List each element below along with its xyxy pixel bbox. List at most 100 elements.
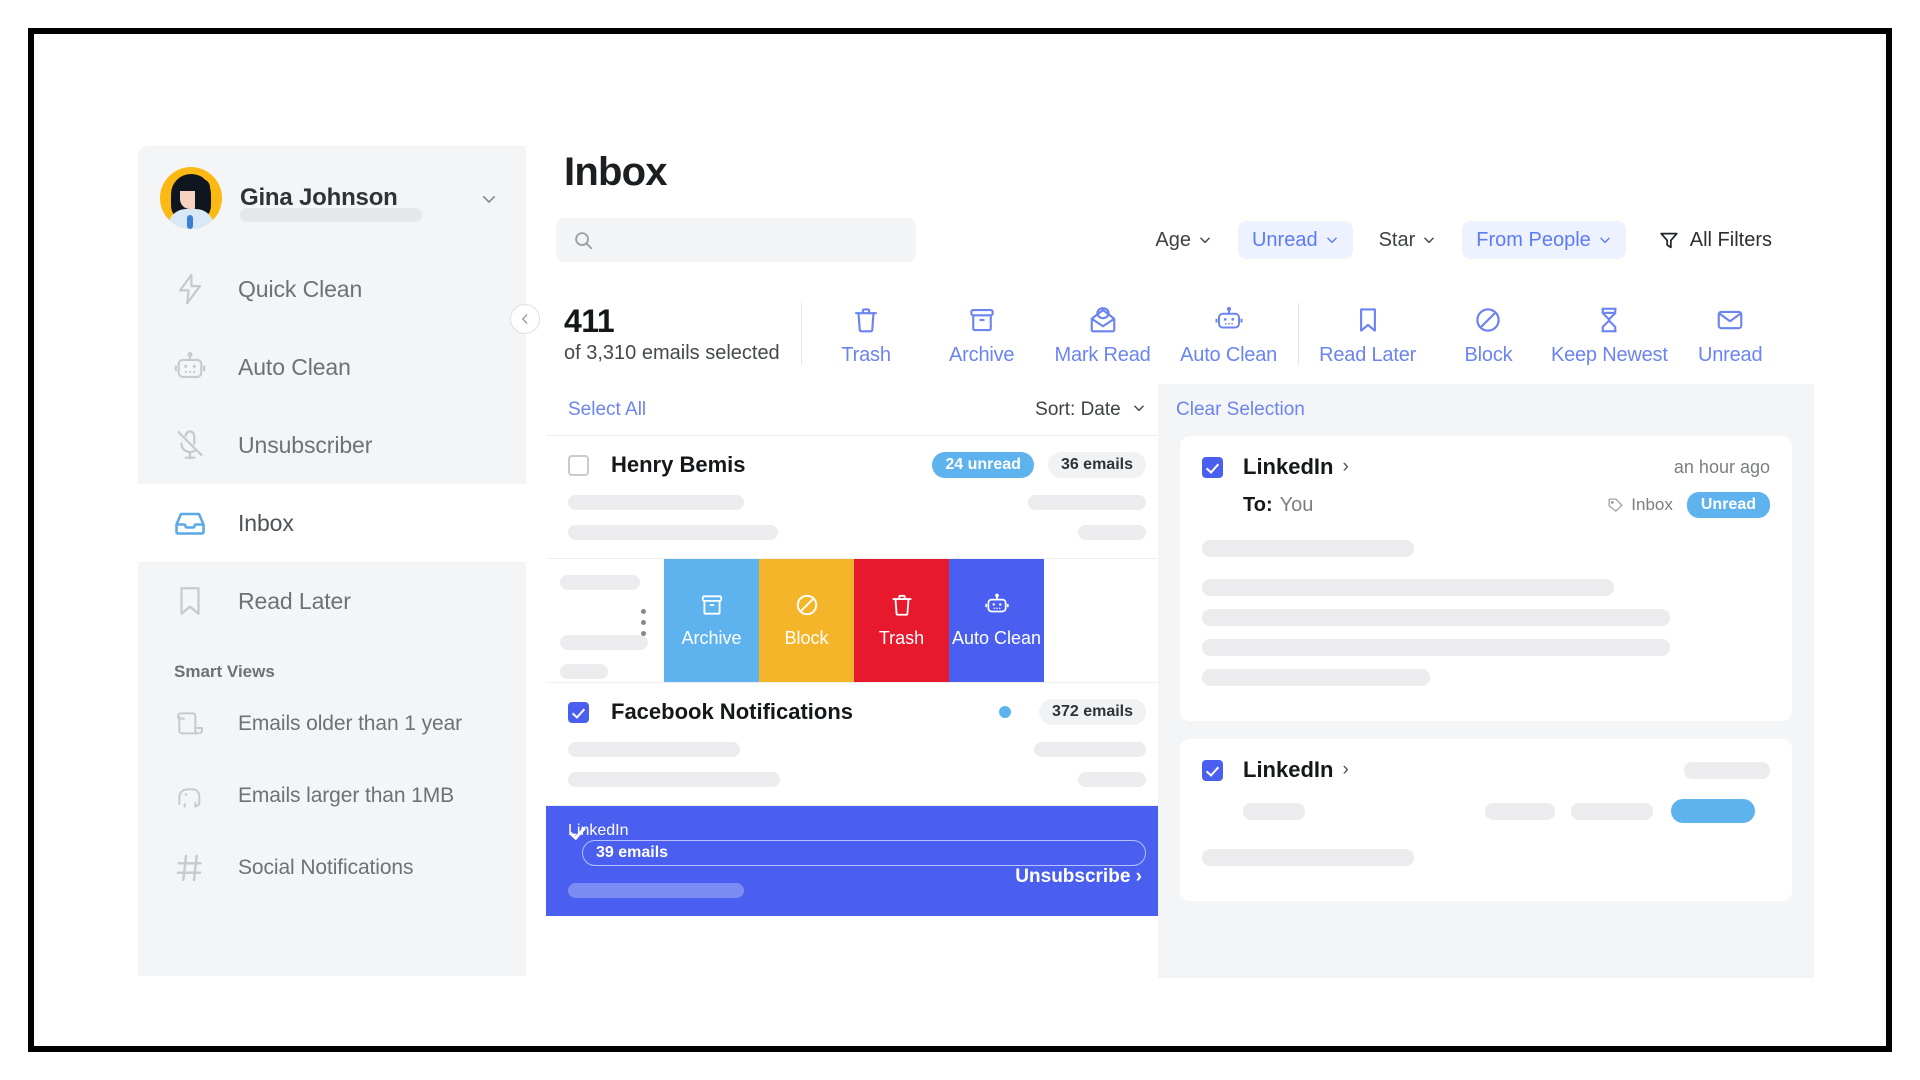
card-checkbox[interactable] [1202,759,1223,781]
swipe-action-label: Archive [681,628,742,648]
filter-bar: Age Unread Star From People All Filters [556,216,1786,264]
sidebar-item-auto-clean[interactable]: Auto Clean [138,328,526,406]
list-item-selected[interactable]: LinkedIn 39 emails Unsubscribe › [546,806,1158,916]
action-mark-read[interactable]: Mark Read [1040,301,1166,367]
swipe-action-row: Archive Block Trash Auto Clean [546,559,1158,683]
smart-views-heading: Smart Views [174,662,275,681]
detail-card[interactable]: LinkedIn › [1180,739,1792,901]
swipe-action-archive[interactable]: Archive [664,559,759,682]
sidebar-item-social-notifications[interactable]: Social Notifications [138,832,526,904]
swipe-row-content [546,559,664,682]
trash-icon [891,594,912,616]
filter-chip-star[interactable]: Star [1365,221,1451,259]
card-body-skeleton [1202,540,1770,686]
tag-icon [1608,497,1623,512]
skeleton-line [568,495,744,510]
list-item[interactable]: Henry Bemis 24 unread 36 emails [546,436,1158,559]
unread-dot [999,706,1012,718]
action-read-later[interactable]: Read Later [1305,301,1431,367]
more-vertical-icon[interactable] [641,609,646,642]
skeleton-line [1202,669,1430,686]
detail-card[interactable]: LinkedIn › an hour ago To: You Inbox Unr… [1180,436,1792,721]
search-box[interactable] [556,218,916,262]
card-folder-tag: Inbox Unread [1607,492,1770,518]
bookmark-icon [1353,301,1383,335]
action-trash[interactable]: Trash [808,301,924,367]
select-all-button[interactable]: Select All [568,399,646,421]
panes: Select All Sort: Date Henry Bemis 24 unr… [526,384,1814,978]
skeleton-line [568,772,780,787]
skeleton-line [1078,772,1146,787]
swipe-action-trash[interactable]: Trash [854,559,949,682]
sidebar-item-quick-clean[interactable]: Quick Clean [138,250,526,328]
hourglass-icon [1594,301,1624,335]
screenshot-frame: Gina Johnson Quick Clean Auto Clean Unsu… [28,28,1892,1052]
row-checkbox[interactable] [568,454,589,476]
skeleton-line [568,742,740,757]
action-keep-newest[interactable]: Keep Newest [1546,301,1672,367]
robot-icon [1214,301,1244,335]
list-item[interactable]: Facebook Notifications 372 emails [546,683,1158,806]
unread-badge: 24 unread [932,452,1034,478]
skeleton-line [560,635,648,650]
card-timestamp: an hour ago [1673,456,1770,477]
skeleton-line [568,883,744,898]
chevron-right-icon[interactable]: › [1342,456,1348,478]
row-checkbox[interactable] [568,701,589,723]
action-label: Read Later [1319,344,1417,366]
sidebar-item-emails-older-than-1-year[interactable]: Emails older than 1 year [138,688,526,760]
action-block[interactable]: Block [1431,301,1547,367]
profile-header[interactable]: Gina Johnson [138,146,526,250]
skeleton-line [1202,849,1414,866]
swipe-action-auto-clean[interactable]: Auto Clean [949,559,1044,682]
action-label: Archive [949,344,1015,366]
chevron-down-icon [1134,405,1144,411]
action-auto-clean[interactable]: Auto Clean [1166,301,1292,367]
chevron-down-icon[interactable] [480,190,498,208]
chevron-down-icon [1326,237,1337,244]
filter-chip-unread[interactable]: Unread [1237,221,1353,259]
mic-muted-icon [170,425,210,465]
swipe-action-label: Trash [878,628,925,648]
main-panel: Inbox Age Unread Star From People All Fi… [526,116,1814,978]
all-filters-label: All Filters [1689,228,1772,251]
sidebar-item-label: Emails larger than 1MB [238,784,455,807]
sidebar-collapse-button[interactable] [510,304,540,334]
sidebar-item-read-later[interactable]: Read Later [138,562,526,640]
filter-chip-age[interactable]: Age [1141,221,1226,259]
bolt-icon [170,269,210,309]
sidebar-item-inbox[interactable]: Inbox [138,484,526,562]
filter-chip-label: From People [1476,228,1591,251]
all-filters-button[interactable]: All Filters [1644,221,1786,259]
action-archive[interactable]: Archive [924,301,1040,367]
profile-email-placeholder [240,208,422,222]
hash-icon [170,848,210,888]
detail-pane: Clear Selection LinkedIn › an hour ago T… [1158,384,1814,978]
detail-header: Clear Selection [1158,384,1814,436]
action-toolbar: 411 of 3,310 emails selected Trash Archi… [556,288,1788,380]
filter-chip-label: Age [1155,228,1191,251]
sidebar: Gina Johnson Quick Clean Auto Clean Unsu… [138,146,526,976]
avatar [160,167,222,229]
sidebar-item-emails-larger-than-1mb[interactable]: Emails larger than 1MB [138,760,526,832]
unsubscribe-button[interactable]: Unsubscribe › [1015,866,1142,888]
action-label: Trash [841,344,891,366]
chevron-right-icon[interactable]: › [1342,759,1348,781]
swipe-action-block[interactable]: Block [759,559,854,682]
status-badge: Unread [1686,492,1770,518]
action-unread[interactable]: Unread [1672,301,1788,367]
block-icon [1473,301,1503,335]
scroll-icon [170,704,210,744]
filter-chip-from-people[interactable]: From People [1462,221,1626,259]
clear-selection-button[interactable]: Clear Selection [1176,399,1305,421]
search-input[interactable] [606,230,886,250]
sidebar-item-unsubscriber[interactable]: Unsubscriber [138,406,526,484]
sender-name: Henry Bemis [611,452,746,477]
sort-dropdown[interactable]: Sort: Date [1035,399,1146,421]
chevron-down-icon [1599,237,1610,244]
card-folder-label: Inbox [1631,495,1673,514]
email-count-badge: 36 emails [1047,452,1146,478]
archive-icon [701,595,722,615]
elephant-icon [170,776,210,816]
card-checkbox[interactable] [1202,456,1223,478]
